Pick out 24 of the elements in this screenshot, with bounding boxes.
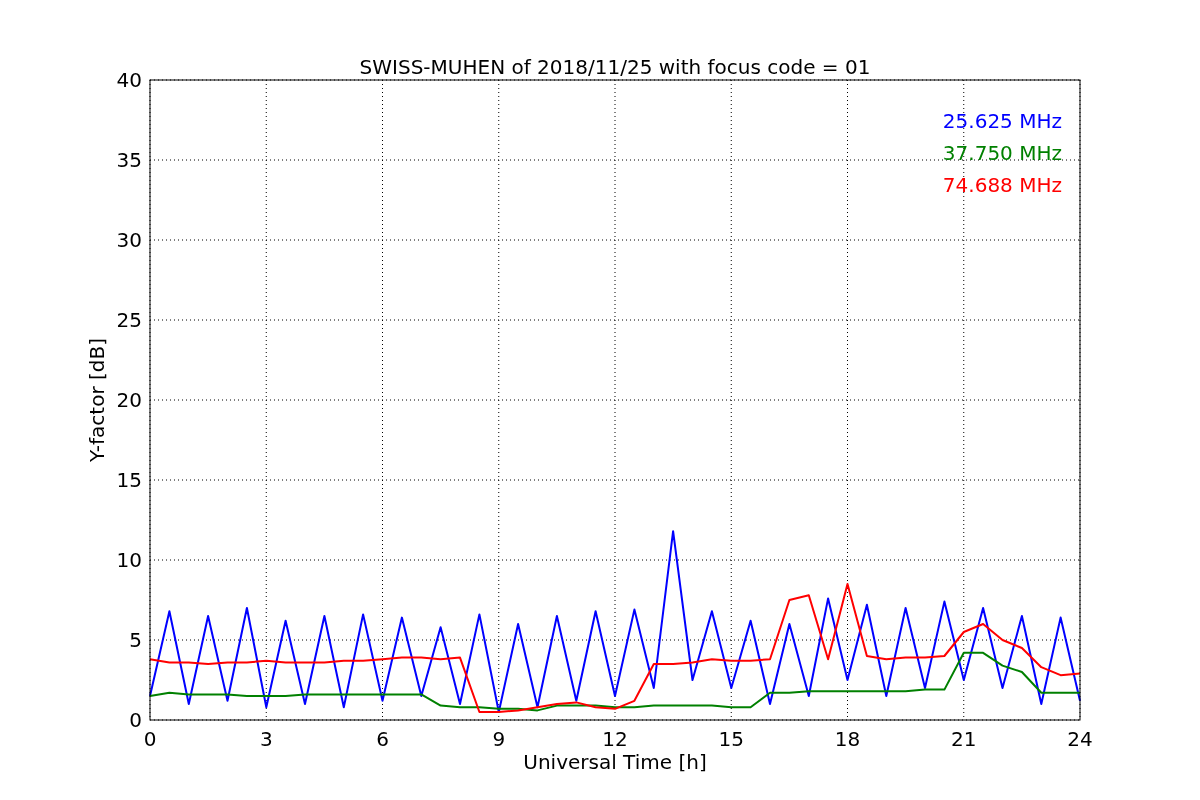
x-axis-label: Universal Time [h] bbox=[523, 750, 707, 774]
tick-label: 30 bbox=[116, 228, 142, 252]
tick-label: 5 bbox=[129, 628, 142, 652]
tick-label: 40 bbox=[116, 68, 142, 92]
tick-label: 15 bbox=[718, 727, 744, 751]
tick-label: 9 bbox=[492, 727, 506, 751]
tick-label: 10 bbox=[116, 548, 142, 572]
tick-label: 0 bbox=[143, 727, 157, 751]
legend-label: 74.688 MHz bbox=[942, 173, 1062, 197]
tick-label: 18 bbox=[834, 727, 861, 751]
tick-label: 25 bbox=[116, 308, 142, 332]
y-axis-label: Y-factor [dB] bbox=[85, 338, 109, 462]
legend-label: 37.750 MHz bbox=[942, 141, 1062, 165]
tick-label: 21 bbox=[951, 727, 977, 751]
tick-label: 24 bbox=[1067, 727, 1093, 751]
tick-label: 15 bbox=[116, 468, 142, 492]
tick-label: 3 bbox=[259, 727, 273, 751]
tick-label: 0 bbox=[129, 708, 142, 732]
tick-label: 6 bbox=[376, 727, 389, 751]
tick-label: 12 bbox=[602, 727, 628, 751]
legend-label: 25.625 MHz bbox=[942, 109, 1062, 133]
tick-label: 20 bbox=[116, 388, 142, 412]
chart-title: SWISS-MUHEN of 2018/11/25 with focus code = 01 bbox=[359, 55, 871, 79]
tick-label: 35 bbox=[116, 148, 142, 172]
